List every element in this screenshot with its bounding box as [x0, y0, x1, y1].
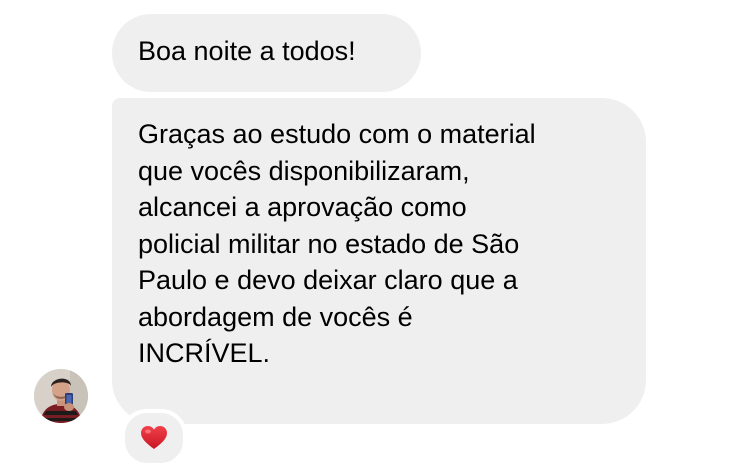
message-line: que vocês disponibilizaram, [138, 155, 470, 186]
message-line: abordagem de vocês é [138, 301, 413, 332]
message-line: Graças ao estudo com o material [138, 119, 536, 149]
message-line: Paulo e devo deixar claro que a [138, 265, 518, 295]
reaction-badge[interactable] [121, 409, 187, 467]
message-line: policial militar no estado de São [138, 228, 520, 259]
red-heart-icon [141, 426, 167, 449]
message-bubble-greeting[interactable]: Boa noite a todos! [112, 14, 421, 92]
message-line: alcancei a aprovação como [138, 192, 467, 222]
avatar[interactable] [34, 369, 88, 423]
message-line: INCRÍVEL. [138, 338, 271, 368]
message-text: Boa noite a todos! [138, 36, 356, 66]
message-bubble-testimonial[interactable]: Graças ao estudo com o material que você… [112, 98, 646, 424]
user-avatar-photo-icon [34, 369, 88, 423]
